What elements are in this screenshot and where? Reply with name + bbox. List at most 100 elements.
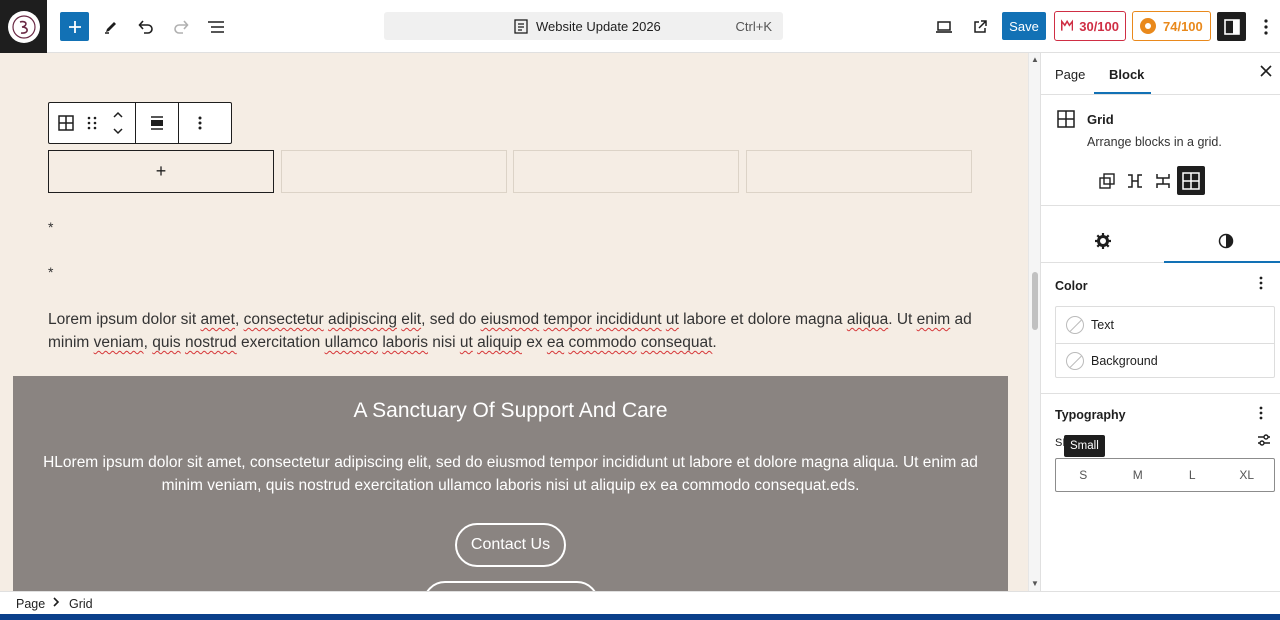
variation-row-button[interactable]	[1121, 166, 1149, 195]
tab-block[interactable]: Block	[1109, 67, 1144, 82]
tab-page[interactable]: Page	[1055, 67, 1085, 82]
cover-block[interactable]: A Sanctuary Of Support And Care HLorem i…	[13, 376, 1008, 591]
editor-canvas[interactable]: + * * Lorem ipsum dolor sit amet, consec…	[0, 53, 1028, 591]
typography-options-button[interactable]	[1259, 406, 1263, 423]
save-button[interactable]: Save	[1002, 12, 1046, 40]
block-card-title: Grid	[1087, 112, 1114, 127]
block-type-button[interactable]	[53, 103, 79, 143]
settings-tab-button[interactable]	[1095, 233, 1111, 254]
contrast-icon	[1218, 233, 1234, 249]
tools-button[interactable]	[96, 12, 126, 42]
more-vertical-icon	[198, 116, 202, 130]
seo-plugin-icon	[1061, 19, 1074, 31]
variation-group-button[interactable]	[1093, 166, 1121, 195]
secondary-cta-button[interactable]	[423, 581, 599, 591]
redo-button[interactable]	[166, 12, 196, 42]
editor-top-bar: Website Update 2026 Ctrl+K Save 30/100 7…	[0, 0, 1280, 53]
grid-cell[interactable]	[281, 150, 507, 193]
document-title: Website Update 2026	[536, 19, 661, 34]
spellcheck-word: eiusmod	[480, 311, 540, 328]
command-palette-bar[interactable]: Website Update 2026 Ctrl+K	[384, 12, 783, 40]
breadcrumb-separator-icon	[52, 596, 60, 611]
block-card: Grid Arrange blocks in a grid.	[1041, 95, 1280, 205]
text-run: .	[712, 334, 717, 351]
undo-icon	[138, 20, 153, 34]
block-options-button[interactable]	[187, 103, 213, 143]
lorem-paragraph[interactable]: Lorem ipsum dolor sit amet, consectetur …	[48, 308, 978, 354]
sidebar-tabs: Page Block	[1041, 53, 1280, 95]
text-run: , sed do	[421, 311, 481, 328]
gear-icon	[1095, 233, 1111, 249]
plus-icon: +	[155, 161, 167, 181]
document-icon	[514, 19, 528, 39]
custom-size-button[interactable]	[1257, 433, 1271, 452]
options-menu-button[interactable]	[1257, 14, 1275, 40]
breadcrumb-grid[interactable]: Grid	[69, 597, 93, 611]
spellcheck-word: adipiscing	[328, 311, 397, 328]
brand-logo-icon	[7, 10, 40, 43]
view-page-button[interactable]	[965, 12, 995, 42]
divider	[1041, 205, 1280, 206]
list-view-icon	[208, 21, 224, 33]
readability-score-value: 74/100	[1163, 18, 1203, 34]
styles-tab-button[interactable]	[1218, 233, 1234, 254]
move-up-down-button[interactable]	[105, 103, 131, 143]
spellcheck-word: quis	[152, 334, 181, 351]
font-size-medium[interactable]: M	[1111, 459, 1166, 491]
document-overview-button[interactable]	[201, 12, 231, 42]
settings-sidebar-toggle[interactable]	[1217, 12, 1246, 41]
grid-cell[interactable]	[513, 150, 739, 193]
drag-handle[interactable]	[79, 103, 105, 143]
block-toolbar-group-parent	[49, 103, 136, 143]
color-options-button[interactable]	[1259, 276, 1263, 293]
site-logo-button[interactable]	[0, 0, 47, 53]
canvas-scrollbar[interactable]: ▲ ▼	[1028, 53, 1040, 591]
undo-button[interactable]	[131, 12, 161, 42]
preview-button[interactable]	[929, 12, 959, 42]
grid-icon	[58, 115, 74, 131]
grid-cell[interactable]	[746, 150, 972, 193]
scroll-down-icon[interactable]: ▼	[1031, 579, 1039, 588]
variation-stack-button[interactable]	[1149, 166, 1177, 195]
spellcheck-word: veniam	[93, 334, 144, 351]
readability-score-button[interactable]: 74/100	[1132, 11, 1211, 41]
spellcheck-word: ut	[665, 311, 679, 328]
cover-heading[interactable]: A Sanctuary Of Support And Care	[13, 399, 1008, 423]
color-section-title: Color	[1055, 279, 1088, 293]
active-tab-indicator	[1094, 92, 1151, 94]
block-inserter-button[interactable]	[60, 12, 89, 41]
block-toolbar	[48, 102, 232, 144]
text-run: ,	[234, 311, 244, 328]
cover-paragraph[interactable]: HLorem ipsum dolor sit amet, consectetur…	[43, 451, 978, 497]
color-background-item[interactable]: Background	[1056, 343, 1274, 379]
align-button[interactable]	[144, 103, 170, 143]
variation-grid-button[interactable]	[1177, 166, 1205, 195]
grid-cell-add-block[interactable]: +	[48, 150, 274, 193]
spellcheck-word: ut	[459, 334, 473, 351]
more-vertical-icon	[1264, 19, 1268, 35]
block-card-description: Arrange blocks in a grid.	[1087, 135, 1222, 149]
row-icon	[1128, 173, 1142, 188]
color-text-item[interactable]: Text	[1056, 307, 1274, 343]
font-size-large[interactable]: L	[1165, 459, 1220, 491]
scroll-thumb[interactable]	[1032, 272, 1038, 330]
align-wide-icon	[151, 116, 163, 130]
block-toolbar-group-align	[136, 103, 179, 143]
seo-score-button[interactable]: 30/100	[1054, 11, 1126, 41]
spellcheck-word: tempor	[543, 311, 592, 328]
text-run: ,	[143, 334, 153, 351]
more-vertical-icon	[1259, 276, 1263, 290]
contact-us-button[interactable]: Contact Us	[455, 523, 566, 567]
scroll-up-icon[interactable]: ▲	[1031, 55, 1039, 64]
font-size-small[interactable]: S	[1056, 459, 1111, 491]
breadcrumb-page[interactable]: Page	[16, 597, 45, 611]
font-size-extra-large[interactable]: XL	[1220, 459, 1275, 491]
close-sidebar-button[interactable]	[1260, 64, 1272, 82]
sidebar-icon	[1223, 18, 1240, 35]
desktop-preview-icon	[936, 21, 952, 33]
spellcheck-word: elit	[401, 311, 422, 328]
paragraph-asterisk[interactable]: *	[48, 219, 53, 235]
paragraph-asterisk[interactable]: *	[48, 264, 53, 280]
block-variations	[1093, 166, 1205, 195]
spellcheck-word: laboris	[382, 334, 428, 351]
